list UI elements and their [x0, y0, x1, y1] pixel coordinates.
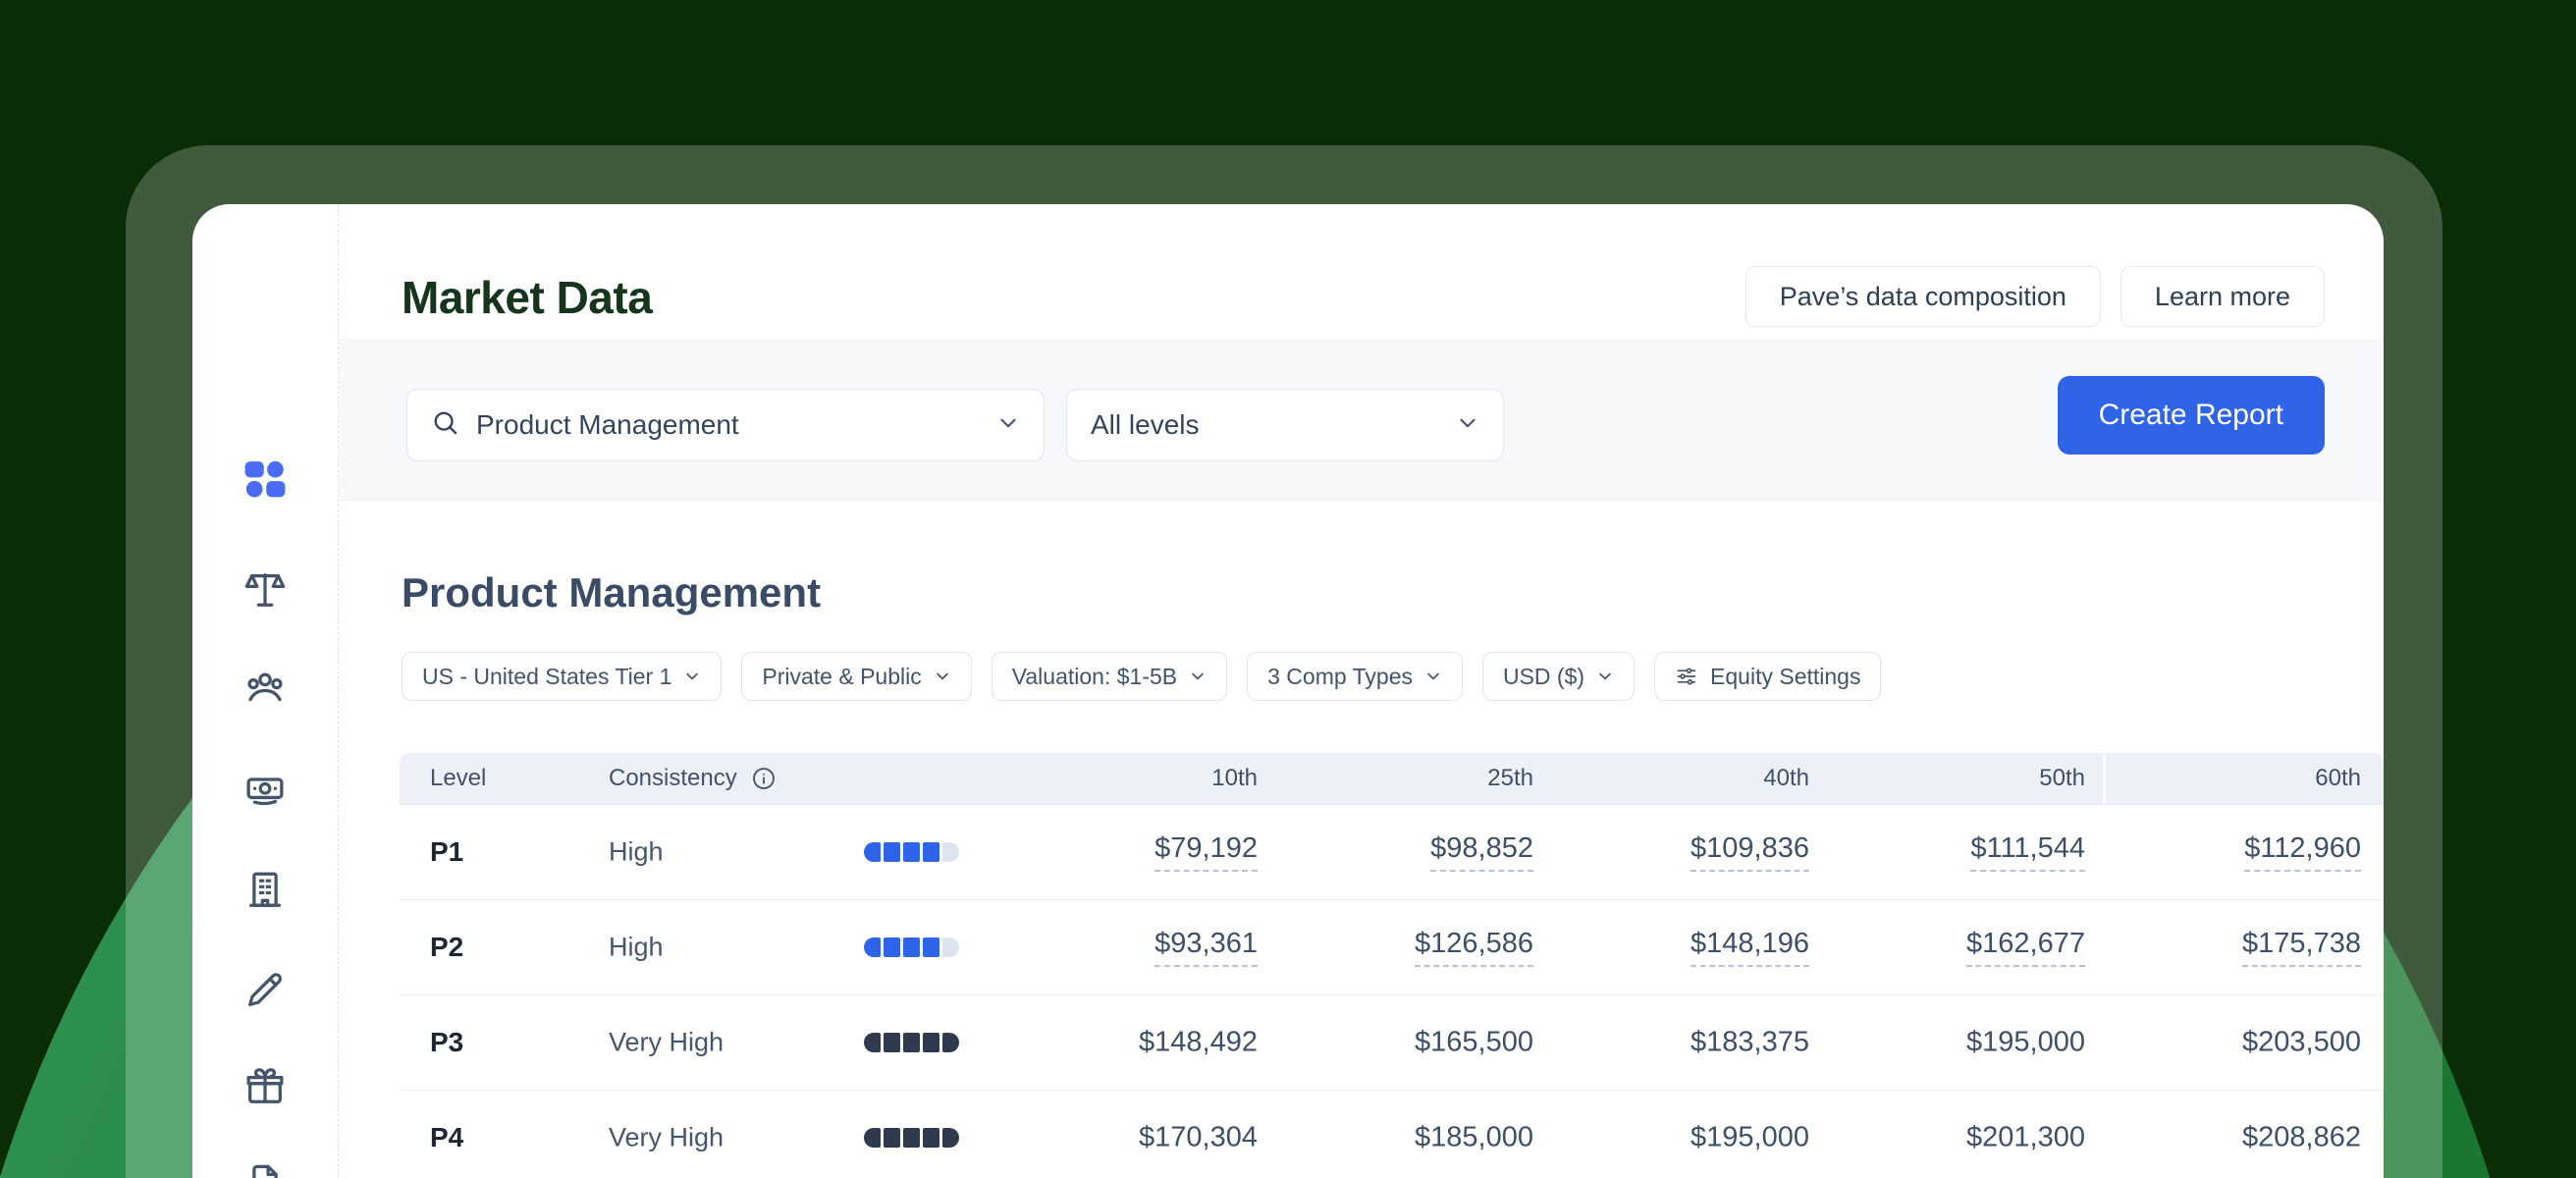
header-actions: Pave’s data composition Learn more	[1745, 266, 2325, 327]
value-50th: $195,000	[1966, 1027, 2085, 1059]
role-selector-value: Product Management	[476, 409, 739, 441]
chevron-down-icon	[996, 411, 1020, 440]
sidebar-item-benchmarking[interactable]	[242, 566, 288, 612]
section-title: Product Management	[402, 569, 821, 616]
column-50th: 50th	[2039, 765, 2085, 792]
table-row: P4 Very High $170,304 $185,000 $195,000 …	[400, 1090, 2384, 1178]
value-25th: $185,000	[1415, 1122, 1533, 1154]
logo-grid-icon	[241, 455, 290, 504]
learn-more-button[interactable]: Learn more	[2120, 266, 2325, 327]
filter-chips: US - United States Tier 1 Private & Publ…	[402, 652, 1881, 701]
building-icon	[242, 867, 288, 912]
file-plus-icon	[242, 1160, 288, 1178]
info-icon[interactable]	[751, 766, 777, 791]
value-10th[interactable]: $93,361	[1154, 928, 1258, 967]
filter-comp-types[interactable]: 3 Comp Types	[1247, 652, 1463, 701]
value-10th: $148,492	[1139, 1027, 1258, 1059]
level-cell: P1	[430, 836, 463, 868]
level-selector[interactable]: All levels	[1066, 389, 1504, 461]
filter-valuation[interactable]: Valuation: $1-5B	[992, 652, 1227, 701]
value-40th[interactable]: $109,836	[1690, 832, 1809, 872]
sidebar	[192, 204, 339, 1178]
chevron-down-icon	[1596, 668, 1614, 685]
column-40th: 40th	[1763, 765, 1809, 792]
sliders-icon	[1675, 665, 1698, 688]
value-25th: $165,500	[1415, 1027, 1533, 1059]
column-divider	[2103, 753, 2106, 804]
sidebar-item-edit[interactable]	[242, 967, 288, 1012]
consistency-cell: Very High	[609, 1028, 724, 1058]
column-60th: 60th	[2315, 765, 2361, 792]
chevron-down-icon	[1456, 411, 1479, 440]
team-icon	[242, 667, 288, 712]
value-50th: $201,300	[1966, 1122, 2085, 1154]
equity-settings-button[interactable]: Equity Settings	[1654, 652, 1881, 701]
value-60th: $203,500	[2242, 1027, 2361, 1059]
consistency-bar	[864, 842, 959, 862]
consistency-cell: Very High	[609, 1123, 724, 1153]
level-cell: P2	[430, 932, 463, 963]
consistency-bar	[864, 937, 959, 957]
pencil-icon	[242, 967, 288, 1012]
consistency-cell: High	[609, 933, 664, 963]
value-10th[interactable]: $79,192	[1154, 832, 1258, 872]
app-window: Market Data Pave’s data composition Lear…	[192, 204, 2384, 1178]
gift-icon	[242, 1063, 288, 1108]
table-header: Level Consistency 10th 25th 40th 50th 60…	[400, 753, 2384, 804]
table-row: P2 High $93,361 $126,586 $148,196 $162,6…	[400, 899, 2384, 994]
sidebar-item-new-report[interactable]	[242, 1160, 288, 1178]
filter-location[interactable]: US - United States Tier 1	[402, 652, 722, 701]
value-25th[interactable]: $126,586	[1415, 928, 1533, 967]
level-cell: P4	[430, 1122, 463, 1153]
role-selector[interactable]: Product Management	[406, 389, 1045, 461]
consistency-bar	[864, 1033, 959, 1052]
create-report-button[interactable]: Create Report	[2058, 376, 2325, 455]
level-selector-value: All levels	[1091, 409, 1199, 441]
value-10th: $170,304	[1139, 1122, 1258, 1154]
sidebar-item-rewards[interactable]	[242, 1063, 288, 1108]
value-60th: $208,862	[2242, 1122, 2361, 1154]
column-level: Level	[430, 765, 486, 792]
sidebar-item-company[interactable]	[242, 867, 288, 912]
page: Market Data Pave’s data composition Lear…	[0, 0, 2576, 1178]
sidebar-item-team[interactable]	[242, 667, 288, 712]
consistency-bar	[864, 1128, 959, 1148]
scale-icon	[242, 566, 288, 612]
value-40th: $195,000	[1690, 1122, 1809, 1154]
consistency-cell: High	[609, 837, 664, 868]
column-10th: 10th	[1211, 765, 1258, 792]
search-icon	[431, 408, 460, 443]
data-composition-button[interactable]: Pave’s data composition	[1745, 266, 2101, 327]
value-40th[interactable]: $148,196	[1690, 928, 1809, 967]
sidebar-item-compensation[interactable]	[242, 767, 288, 812]
column-25th: 25th	[1487, 765, 1533, 792]
level-cell: P3	[430, 1027, 463, 1058]
market-data-table: Level Consistency 10th 25th 40th 50th 60…	[400, 753, 2384, 1178]
chevron-down-icon	[1189, 668, 1207, 685]
value-60th[interactable]: $175,738	[2242, 928, 2361, 967]
filter-company-type[interactable]: Private & Public	[741, 652, 971, 701]
value-40th: $183,375	[1690, 1027, 1809, 1059]
page-title: Market Data	[402, 271, 652, 324]
table-row: P1 High $79,192 $98,852 $109,836 $111,54…	[400, 804, 2384, 899]
cash-icon	[242, 767, 288, 812]
value-50th[interactable]: $111,544	[1970, 832, 2085, 872]
column-consistency: Consistency	[609, 765, 777, 792]
app-logo[interactable]	[241, 455, 290, 504]
chevron-down-icon	[1424, 668, 1442, 685]
chevron-down-icon	[683, 668, 701, 685]
value-50th[interactable]: $162,677	[1966, 928, 2085, 967]
value-60th[interactable]: $112,960	[2244, 832, 2361, 872]
filter-currency[interactable]: USD ($)	[1482, 652, 1635, 701]
value-25th[interactable]: $98,852	[1430, 832, 1533, 872]
table-row: P3 Very High $148,492 $165,500 $183,375 …	[400, 994, 2384, 1090]
chevron-down-icon	[934, 668, 951, 685]
